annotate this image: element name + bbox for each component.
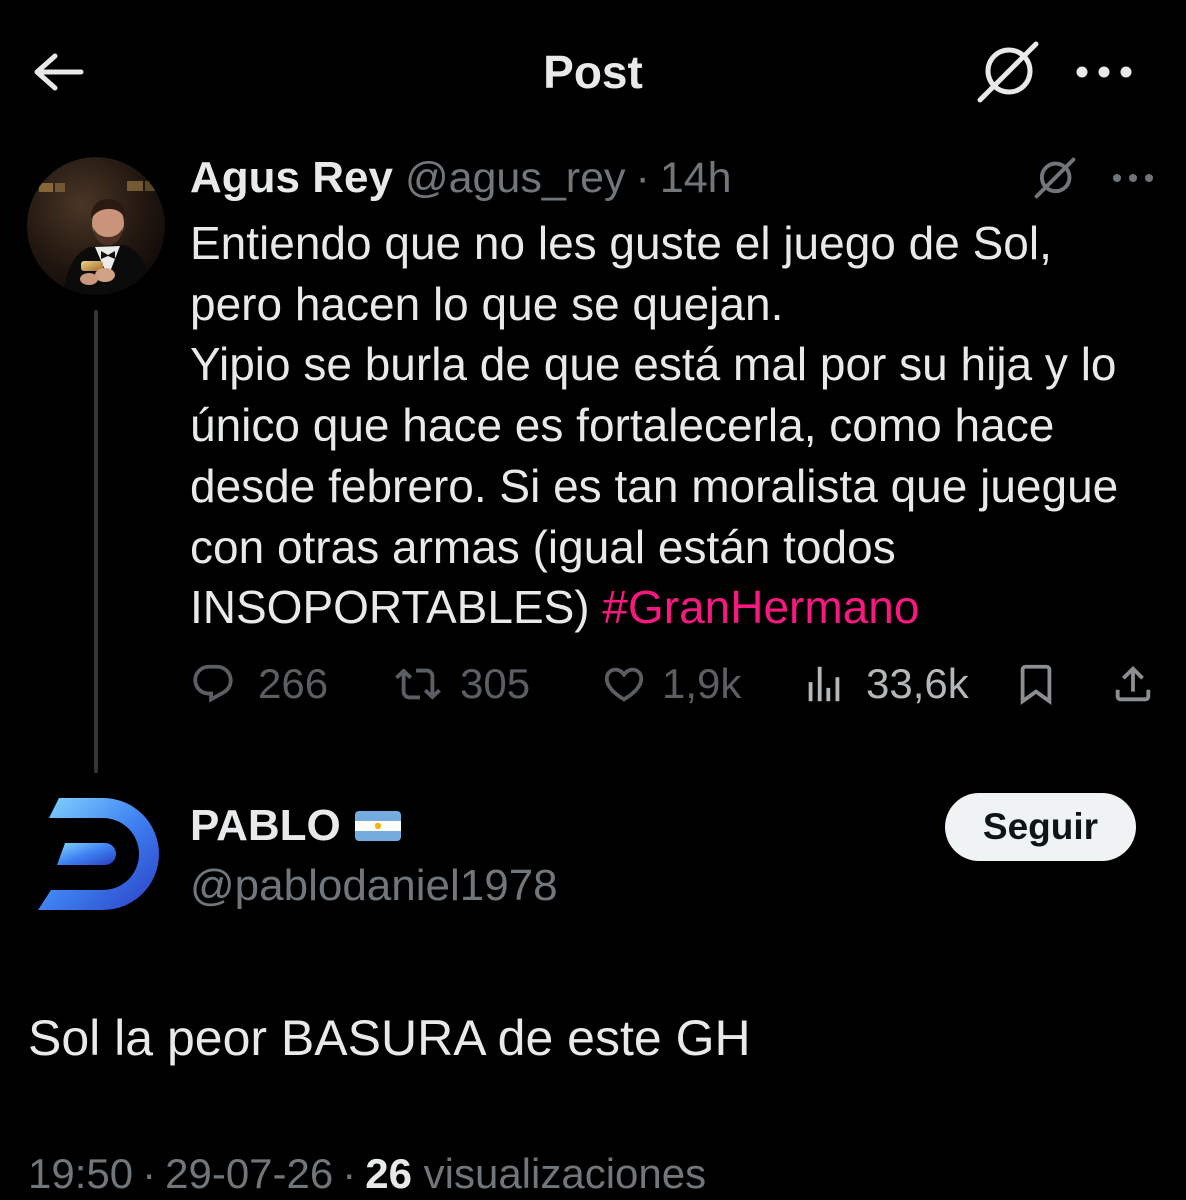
reply-text: Sol la peor BASURA de este GH — [28, 1010, 751, 1066]
reply-avatar[interactable] — [35, 795, 161, 913]
avatar-photo — [27, 157, 165, 295]
views-button[interactable] — [801, 661, 847, 707]
views-icon — [808, 666, 840, 702]
tweet-text-line: Entiendo que no les guste el juego de So… — [190, 217, 1052, 269]
argentina-flag-icon — [354, 811, 401, 841]
post-time: 19:50 — [28, 1150, 134, 1197]
bookmark-button[interactable] — [1013, 661, 1059, 707]
parent-tweet-text[interactable]: Entiendo que no les guste el juego de So… — [190, 213, 1118, 638]
share-icon — [1115, 665, 1151, 702]
repost-count: 305 — [460, 660, 531, 707]
reply-icon — [193, 664, 233, 703]
reply-author-name[interactable]: PABLO — [190, 798, 341, 854]
author-handle[interactable]: @agus_rey — [405, 154, 626, 202]
like-button[interactable] — [601, 661, 647, 707]
tweet-text-line: único que hace es fortalecerla, como hac… — [190, 399, 1055, 452]
grok-button[interactable] — [973, 37, 1043, 107]
grok-icon — [1034, 157, 1076, 199]
parent-grok-button[interactable] — [1031, 154, 1079, 202]
more-options-button[interactable] — [1072, 58, 1136, 86]
repost-button[interactable] — [395, 661, 441, 707]
parent-author-line: Agus Rey @agus_rey · 14h — [190, 150, 732, 206]
more-dots-icon — [1076, 66, 1132, 78]
post-meta-footer: 19:50 · 29-07-26 · 26 visualizaciones — [28, 1150, 706, 1198]
grok-icon — [977, 41, 1039, 103]
views-link[interactable]: 26 visualizaciones — [365, 1150, 706, 1197]
hashtag-link[interactable]: #GranHermano — [602, 581, 919, 633]
reply-author-handle[interactable]: @pablodaniel1978 — [190, 858, 558, 914]
post-time[interactable]: 14h — [660, 154, 732, 202]
views-label: visualizaciones — [423, 1150, 707, 1197]
like-icon — [604, 667, 644, 702]
bookmark-icon — [1020, 664, 1052, 705]
tweet-text-line: desde febrero. Si es tan moralista que j… — [190, 459, 1119, 512]
more-dots-icon — [1113, 174, 1153, 182]
views-count: 33,6k — [866, 660, 969, 707]
d-logo-icon — [38, 798, 159, 910]
tweet-text-line: con otras armas (igual están todos — [190, 520, 896, 573]
like-count: 1,9k — [662, 660, 742, 707]
follow-button[interactable]: Seguir — [945, 793, 1136, 861]
separator: · — [142, 1150, 157, 1197]
post-screen: Post Agus Rey @agus_rey · 14h Entiendo q… — [0, 0, 1186, 1200]
share-button[interactable] — [1110, 661, 1156, 707]
parent-more-button[interactable] — [1109, 166, 1157, 190]
avatar[interactable] — [27, 157, 165, 295]
views-count: 26 — [365, 1150, 412, 1197]
tweet-text-line: pero hacen lo que se quejan. — [190, 277, 784, 330]
reply-count: 266 — [258, 660, 329, 707]
separator: · — [342, 1150, 357, 1197]
tweet-text-line: INSOPORTABLES) #GranHermano — [190, 577, 1118, 638]
reply-author-line: PABLO — [190, 798, 401, 854]
repost-icon — [395, 668, 441, 700]
reply-button[interactable] — [190, 661, 236, 707]
thread-line — [94, 310, 98, 773]
separator: · — [635, 154, 650, 202]
post-date: 29-07-26 — [165, 1150, 334, 1197]
tweet-text-fragment: INSOPORTABLES) — [190, 581, 590, 634]
tweet-text-line: Yipio se burla de que está mal por su hi… — [190, 338, 1117, 391]
author-name[interactable]: Agus Rey — [190, 153, 393, 202]
